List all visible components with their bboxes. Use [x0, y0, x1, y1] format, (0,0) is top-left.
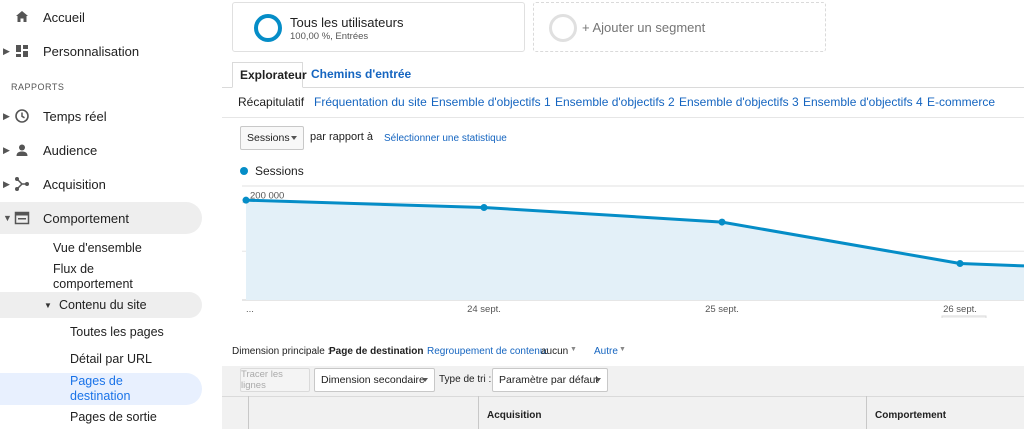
chart-x-tick-label: 24 sept. [467, 304, 501, 315]
secondary-dimension-label: Dimension secondaire [321, 374, 425, 386]
table-header-acquisition: Acquisition [478, 396, 866, 429]
chevron-down-icon: ▼ [3, 213, 12, 223]
sidebar-item-flow[interactable]: Flux de comportement [53, 262, 163, 292]
person-icon [16, 144, 28, 156]
sidebar-item-label: Acquisition [43, 176, 106, 192]
dashboard-grid-icon [16, 45, 28, 57]
caret-down-icon: ▼ [570, 346, 577, 353]
subtab-ecommerce[interactable]: E-commerce [927, 95, 995, 109]
sidebar-item-label: Temps réel [43, 108, 107, 124]
sidebar-item-label: Accueil [43, 9, 85, 25]
legend-label: Sessions [255, 164, 304, 178]
chevron-right-icon: ▶ [3, 178, 10, 189]
sidebar-item-audience[interactable]: ▶ Audience [0, 134, 202, 166]
sidebar-item-realtime[interactable]: ▶ Temps réel [0, 100, 202, 132]
home-icon [16, 11, 28, 22]
chart-x-tick-label: ... [246, 304, 254, 315]
chart-x-tick-label: 26 sept. [943, 304, 977, 315]
subtab-goal-set-1[interactable]: Ensemble d'objectifs 1 [431, 95, 551, 109]
tab-explorer[interactable]: Explorateur [232, 62, 307, 88]
metric-select-value: Sessions [247, 132, 290, 144]
primary-dimension-label: Dimension principale : [232, 346, 331, 357]
acquisition-branch-icon [15, 177, 29, 191]
select-metric-link[interactable]: Sélectionner une statistique [384, 133, 507, 144]
chart-x-tick-label: 25 sept. [705, 304, 739, 315]
subtab-goal-set-2[interactable]: Ensemble d'objectifs 2 [555, 95, 675, 109]
subtab-site-usage[interactable]: Fréquentation du site [314, 95, 427, 109]
compare-label: par rapport à [310, 131, 373, 143]
sidebar-item-overview[interactable]: Vue d'ensemble [53, 241, 142, 256]
subtab-summary[interactable]: Récapitulatif [238, 95, 304, 109]
segment-title: Tous les utilisateurs [290, 15, 404, 30]
add-segment-label: + Ajouter un segment [582, 20, 706, 35]
caret-down-icon [291, 136, 297, 140]
segment-placeholder-icon [549, 14, 577, 42]
sessions-chart[interactable]: 200 000100 000...24 sept.25 sept.26 sept… [242, 184, 1024, 318]
chevron-down-icon: ▼ [44, 301, 52, 310]
metric-select[interactable]: Sessions [240, 126, 304, 150]
sidebar-item-label: Personnalisation [43, 43, 140, 59]
sidebar-item-url-detail[interactable]: Détail par URL [70, 352, 152, 367]
chart-data-point[interactable] [956, 259, 964, 267]
sort-type-label: Type de tri : [439, 374, 492, 385]
add-segment-button[interactable]: + Ajouter un segment [533, 2, 826, 52]
sidebar-item-home[interactable]: Accueil [0, 1, 202, 33]
segment-all-users[interactable]: Tous les utilisateurs 100,00 %, Entrées [232, 2, 525, 52]
section-label: RAPPORTS [11, 82, 65, 92]
chart-scroll-handle[interactable] [941, 315, 987, 318]
sidebar-item-label: Comportement [43, 210, 129, 226]
chart-data-point[interactable] [242, 196, 250, 204]
behavior-window-icon [14, 211, 30, 225]
main-content: Tous les utilisateurs 100,00 %, Entrées … [222, 0, 1024, 429]
tab-entrance-paths[interactable]: Chemins d'entrée [304, 62, 418, 88]
sidebar-item-landing-pages[interactable]: Pages de destination [70, 374, 160, 404]
secondary-dimension-select[interactable]: Dimension secondaire [314, 368, 435, 392]
other-dimension-link[interactable]: Autre [594, 346, 618, 357]
sidebar-item-label: Audience [43, 142, 98, 158]
segment-color-icon [254, 14, 282, 42]
chevron-right-icon: ▶ [3, 144, 10, 155]
table-header-dimension [248, 396, 478, 429]
chevron-right-icon: ▶ [3, 110, 10, 121]
caret-down-icon [422, 378, 428, 382]
sidebar: Accueil ▶ Personnalisation RAPPORTS ▶ Te… [0, 0, 210, 429]
sidebar-item-all-pages[interactable]: Toutes les pages [70, 325, 164, 340]
table-header-behavior: Comportement [866, 396, 1024, 429]
subtabs-divider [222, 117, 1024, 118]
plot-rows-button[interactable]: Tracer les lignes [240, 368, 310, 392]
caret-down-icon: ▼ [619, 346, 626, 353]
primary-dimension-current[interactable]: Page de destination [329, 346, 423, 357]
segment-subtitle: 100,00 %, Entrées [290, 31, 369, 42]
chart-data-point[interactable] [718, 218, 726, 226]
sidebar-item-acquisition[interactable]: ▶ Acquisition [0, 168, 202, 200]
caret-down-icon [595, 378, 601, 382]
content-grouping-value[interactable]: aucun [541, 346, 568, 357]
chevron-right-icon: ▶ [3, 45, 10, 56]
chart-data-point[interactable] [480, 203, 488, 211]
sort-type-value: Paramètre par défaut [499, 374, 599, 386]
subtab-goal-set-4[interactable]: Ensemble d'objectifs 4 [803, 95, 923, 109]
sidebar-item-site-content[interactable]: Contenu du site [59, 298, 147, 313]
sidebar-item-exit-pages[interactable]: Pages de sortie [70, 410, 157, 425]
clock-icon [15, 109, 29, 123]
sidebar-item-personalization[interactable]: ▶ Personnalisation [0, 35, 202, 67]
legend-dot [240, 167, 248, 175]
chart-area-fill [246, 200, 1024, 300]
content-grouping-link[interactable]: Regroupement de contenu: [427, 346, 548, 357]
sidebar-item-behavior[interactable]: ▼ Comportement [0, 202, 202, 234]
subtab-goal-set-3[interactable]: Ensemble d'objectifs 3 [679, 95, 799, 109]
sort-type-select[interactable]: Paramètre par défaut [492, 368, 608, 392]
